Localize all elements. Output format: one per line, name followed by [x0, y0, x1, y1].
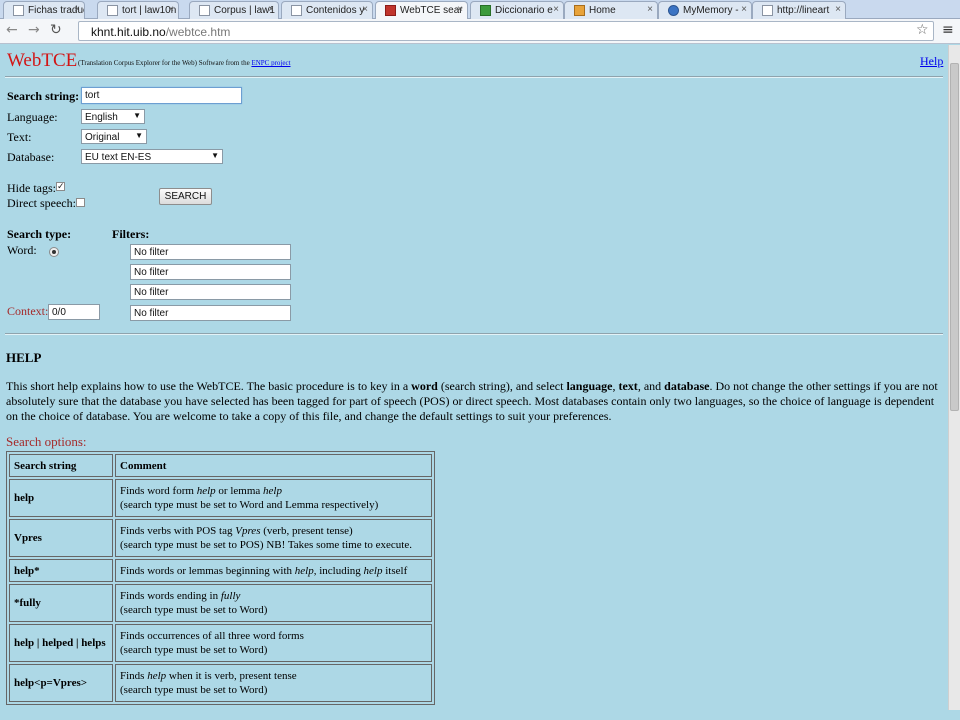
- scrollbar-thumb[interactable]: [950, 63, 959, 411]
- page-icon: [13, 5, 24, 16]
- close-icon[interactable]: ×: [362, 4, 368, 15]
- divider: [5, 333, 943, 335]
- enpc-project-link[interactable]: ENPC project: [251, 59, 290, 67]
- row-comment: Finds help when it is verb, present tens…: [115, 664, 432, 702]
- help-link[interactable]: Help: [920, 54, 943, 69]
- forward-arrow-icon[interactable]: →: [28, 22, 40, 38]
- row-comment: Finds words or lemmas beginning with hel…: [115, 559, 432, 582]
- home-icon: [574, 5, 585, 16]
- page-icon: [199, 5, 210, 16]
- database-label: Database:: [7, 150, 55, 164]
- row-comment: Finds words ending in fully (search type …: [115, 584, 432, 622]
- filters-label: Filters:: [112, 227, 150, 241]
- browser-tab-3[interactable]: Corpus | law1 ×: [189, 1, 279, 19]
- globe-icon: [668, 5, 679, 16]
- browser-toolbar: ← → ↻ khnt.hit.uib.no/webtce.htm ☆ ≡: [0, 19, 960, 44]
- row-key: help: [9, 479, 113, 517]
- logo-subtitle: (Translation Corpus Explorer for the Web…: [78, 59, 291, 67]
- close-icon[interactable]: ×: [168, 4, 174, 15]
- row-key: help*: [9, 559, 113, 582]
- context-input[interactable]: 0/0: [48, 304, 100, 320]
- help-heading: HELP: [6, 350, 42, 365]
- webtce-logo: WebTCE: [7, 50, 78, 71]
- browser-tab-8[interactable]: MyMemory - ×: [658, 1, 752, 19]
- browser-tab-9[interactable]: http://lineart ×: [752, 1, 846, 19]
- browser-tab-4[interactable]: Contenidos y ×: [281, 1, 373, 19]
- table-row: help<p=Vpres> Finds help when it is verb…: [9, 664, 432, 702]
- word-label: Word:: [7, 243, 37, 257]
- search-options-heading: Search options:: [6, 434, 87, 449]
- text-label: Text:: [7, 130, 32, 144]
- dropdown-arrow-icon: ▼: [133, 111, 141, 120]
- page-content: WebTCE (Translation Corpus Explorer for …: [0, 45, 948, 710]
- table-row: help | helped | helps Finds occurrences …: [9, 624, 432, 662]
- browser-tab-1[interactable]: Fichas traduc ×: [3, 1, 85, 19]
- divider: [5, 76, 943, 78]
- language-select[interactable]: English ▼: [81, 109, 145, 124]
- row-key: help<p=Vpres>: [9, 664, 113, 702]
- back-arrow-icon[interactable]: ←: [6, 22, 18, 38]
- search-options-table: Search string Comment help Finds word fo…: [6, 451, 435, 705]
- row-comment: Finds occurrences of all three word form…: [115, 624, 432, 662]
- browser-tab-2[interactable]: tort | law10n ×: [97, 1, 179, 19]
- table-row: help Finds word form help or lemma help(…: [9, 479, 432, 517]
- hide-tags-checkbox[interactable]: ✓: [56, 182, 65, 192]
- help-intro: This short help explains how to use the …: [6, 379, 938, 423]
- table-row: Vpres Finds verbs with POS tag Vpres (ve…: [9, 519, 432, 557]
- bookmark-star-icon[interactable]: ☆: [916, 22, 929, 38]
- dropdown-arrow-icon: ▼: [135, 131, 143, 140]
- search-button[interactable]: SEARCH: [159, 188, 212, 205]
- language-label: Language:: [7, 110, 58, 124]
- close-icon[interactable]: ×: [647, 4, 653, 15]
- close-icon[interactable]: ×: [553, 4, 559, 15]
- row-key: help | helped | helps: [9, 624, 113, 662]
- direct-speech-label: Direct speech:: [7, 196, 76, 210]
- address-bar[interactable]: khnt.hit.uib.no/webtce.htm: [78, 21, 934, 41]
- close-icon[interactable]: ×: [457, 4, 463, 15]
- row-key: Vpres: [9, 519, 113, 557]
- database-select[interactable]: EU text EN-ES ▼: [81, 149, 223, 164]
- filter-input-3[interactable]: No filter: [130, 284, 291, 300]
- close-icon[interactable]: ×: [835, 4, 841, 15]
- close-icon[interactable]: ×: [741, 4, 747, 15]
- context-label: Context:: [7, 304, 49, 318]
- text-select[interactable]: Original ▼: [81, 129, 147, 144]
- page-icon: [291, 5, 302, 16]
- reload-icon[interactable]: ↻: [50, 22, 62, 38]
- row-key: *fully: [9, 584, 113, 622]
- vertical-scrollbar[interactable]: [948, 45, 960, 710]
- table-row: help* Finds words or lemmas beginning wi…: [9, 559, 432, 582]
- menu-icon[interactable]: ≡: [942, 22, 954, 38]
- browser-tab-5[interactable]: WebTCE sear ×: [375, 1, 468, 19]
- row-comment: Finds word form help or lemma help (searc…: [115, 479, 432, 517]
- table-row: *fully Finds words ending in fully (searc…: [9, 584, 432, 622]
- row-comment: Finds verbs with POS tag Vpres (verb, pr…: [115, 519, 432, 557]
- close-icon[interactable]: ×: [74, 4, 80, 15]
- search-input[interactable]: tort: [81, 87, 242, 104]
- filter-input-4[interactable]: No filter: [130, 305, 291, 321]
- page-icon: [762, 5, 773, 16]
- word-radio[interactable]: [49, 247, 59, 257]
- direct-speech-checkbox[interactable]: [76, 198, 85, 207]
- filter-input-1[interactable]: No filter: [130, 244, 291, 260]
- hide-tags-label: Hide tags:: [7, 181, 56, 195]
- filter-input-2[interactable]: No filter: [130, 264, 291, 280]
- dictionary-icon: [480, 5, 491, 16]
- search-type-label: Search type:: [7, 227, 72, 241]
- search-string-label: Search string:: [7, 89, 80, 103]
- browser-tab-7[interactable]: Home ×: [564, 1, 658, 19]
- webtce-icon: [385, 5, 396, 16]
- column-header-comment: Comment: [115, 454, 432, 477]
- dropdown-arrow-icon: ▼: [211, 151, 219, 160]
- browser-tab-6[interactable]: Diccionario e ×: [470, 1, 564, 19]
- close-icon[interactable]: ×: [268, 4, 274, 15]
- table-header: Search string Comment: [9, 454, 432, 477]
- tab-bar: Fichas traduc × tort | law10n × Corpus | l…: [0, 0, 960, 19]
- page-icon: [107, 5, 118, 16]
- column-header-search-string: Search string: [9, 454, 113, 477]
